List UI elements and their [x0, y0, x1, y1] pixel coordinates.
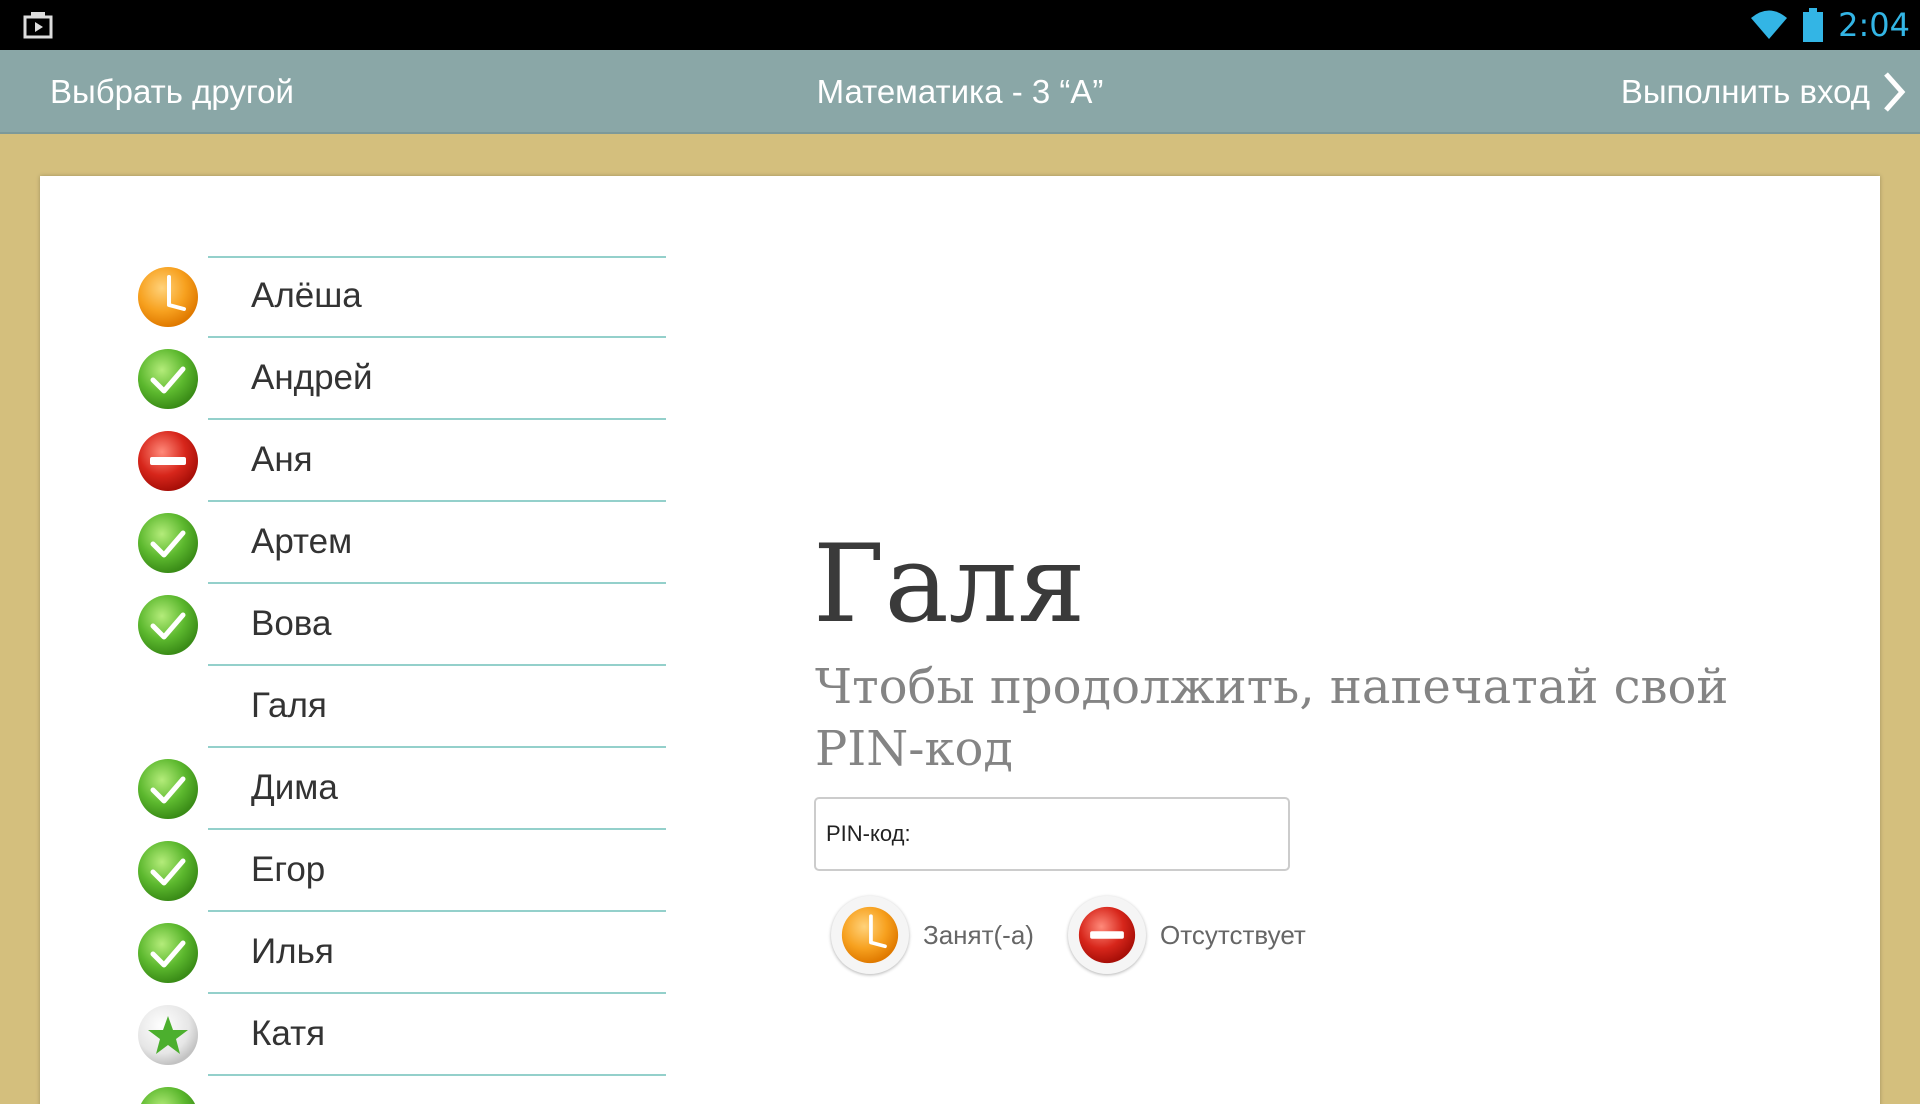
busy-label: Занят(-а) [923, 919, 1034, 950]
selected-student-name: Галя [813, 522, 1086, 647]
student-name: Галя [251, 686, 327, 725]
student-row[interactable]: Дима [136, 748, 706, 830]
student-row[interactable]: Егор [136, 830, 706, 912]
chevron-right-icon [1884, 72, 1906, 112]
clock-icon [841, 906, 899, 964]
checkmark-icon [136, 347, 200, 411]
pin-input[interactable] [914, 821, 1278, 847]
sign-in-button[interactable]: Выполнить вход [1621, 50, 1906, 134]
clock: 2:04 [1838, 6, 1910, 44]
screenshot-icon [23, 12, 53, 39]
student-row[interactable]: Илья [136, 912, 706, 994]
checkmark-icon [136, 921, 200, 985]
student-row[interactable]: Алёша [136, 256, 706, 338]
student-name: Егор [251, 850, 326, 889]
busy-circle [831, 896, 909, 974]
student-row[interactable]: Артем [136, 502, 706, 584]
checkmark-icon [136, 511, 200, 575]
student-name: Алёша [251, 276, 362, 315]
pin-field[interactable]: PIN-код: [814, 797, 1290, 871]
student-name: Аня [251, 440, 313, 479]
wifi-icon [1751, 10, 1788, 39]
student-row[interactable]: Андрей [136, 338, 706, 420]
absent-label: Отсутствует [1160, 919, 1306, 950]
sign-in-label: Выполнить вход [1620, 73, 1870, 110]
student-name: Артем [251, 522, 353, 561]
mark-busy-button[interactable]: Занят(-а) [831, 892, 1034, 978]
student-row[interactable]: Вова [136, 584, 706, 666]
no-entry-icon [1078, 906, 1136, 964]
student-name: Андрей [251, 358, 373, 397]
checkmark-icon [136, 593, 200, 657]
student-name: Катя [251, 1014, 326, 1053]
battery-icon [1803, 8, 1824, 42]
clock-icon [136, 265, 200, 329]
star-icon [136, 1003, 200, 1067]
pin-label: PIN-код: [826, 821, 911, 846]
student-name: Вова [251, 604, 332, 643]
checkmark-icon [136, 1085, 200, 1104]
absent-circle [1068, 896, 1146, 974]
student-name: Дима [251, 768, 338, 807]
action-bar: Выбрать другой Математика - 3 “А” Выполн… [0, 50, 1920, 134]
student-row[interactable]: Галя [136, 666, 706, 748]
student-row[interactable]: Аня [136, 420, 706, 502]
student-name: Илья [251, 932, 334, 971]
content-sheet: Алёша Андрей Аня Артем Вова Галя Дима Егор Илья К… [40, 176, 1880, 1104]
checkmark-icon [136, 757, 200, 821]
system-status-bar: 2:04 [0, 0, 1920, 50]
pin-prompt: Чтобы продолжить, напечатай свой PIN-код [815, 659, 1729, 777]
no-entry-icon [136, 429, 200, 493]
mark-absent-button[interactable]: Отсутствует [1068, 892, 1306, 978]
checkmark-icon [136, 839, 200, 903]
student-row[interactable]: Катя [136, 994, 706, 1076]
student-list: Алёша Андрей Аня Артем Вова Галя Дима Егор Илья К… [136, 256, 706, 1104]
student-row[interactable] [136, 1076, 706, 1104]
